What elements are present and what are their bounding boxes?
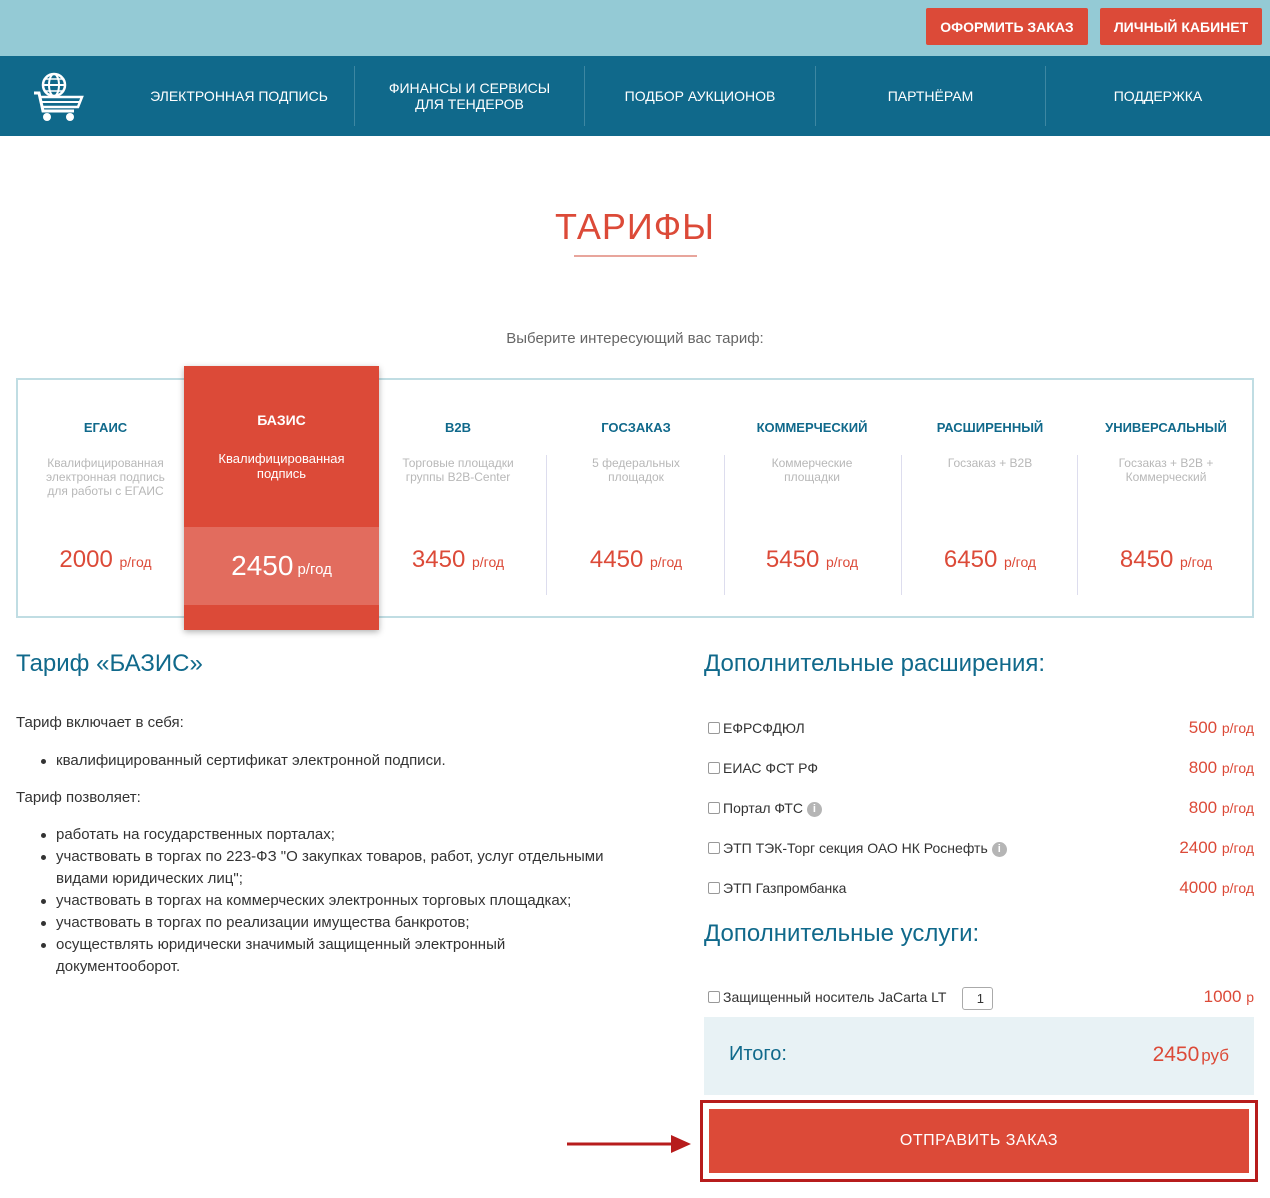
top-bar: ОФОРМИТЬ ЗАКАЗ ЛИЧНЫЙ КАБИНЕТ [0,0,1270,56]
extension-row: ЕФРСФДЮЛ 500 р/год [708,718,1254,742]
list-item: квалифицированный сертификат электронной… [40,750,446,772]
total-value: 2450 руб [1152,1043,1229,1066]
tariff-price: 6450 р/год [943,546,1037,573]
tariff-card-extended[interactable]: РАСШИРЕННЫЙ Госзаказ + B2B 6450 р/год [910,378,1070,618]
nav-item-finance-services[interactable]: ФИНАНСЫ И СЕРВИСЫ ДЛЯ ТЕНДЕРОВ [354,66,584,126]
extension-checkbox[interactable] [708,802,720,814]
extension-checkbox[interactable] [708,842,720,854]
extension-label: Портал ФТС [723,800,803,816]
extension-row: ЕИАС ФСТ РФ 800 р/год [708,758,1254,782]
logo-globe-cart-icon[interactable] [34,71,84,123]
tariff-card-goszakaz[interactable]: ГОСЗАКАЗ 5 федеральных площадок 4450 р/г… [556,378,716,618]
extension-checkbox[interactable] [708,882,720,894]
extension-price: 800 р/год [1188,758,1254,777]
tariff-divider [546,455,547,595]
tariff-desc: 5 федеральных площадок [592,456,680,484]
tariff-name: БАЗИС [257,412,306,428]
tariff-divider [724,455,725,595]
total-panel: Итого: 2450 руб [704,1017,1254,1095]
tariff-name: ГОСЗАКАЗ [601,420,671,435]
extension-label: ЭТП Газпромбанка [723,880,847,896]
tariff-name: РАСШИРЕННЫЙ [936,420,1044,435]
extension-price: 4000 р/год [1179,878,1254,897]
service-checkbox[interactable] [708,991,720,1003]
extension-label: ЕИАС ФСТ РФ [723,760,818,776]
tariff-name: УНИВЕРСАЛЬНЫЙ [1105,420,1227,435]
allows-list: работать на государственных порталах; уч… [40,824,640,978]
extension-label: ЕФРСФДЮЛ [723,720,805,736]
extension-row: Портал ФТС i 800 р/год [708,798,1254,822]
extension-checkbox[interactable] [708,722,720,734]
page-title: ТАРИФЫ [555,206,715,247]
tariff-price: 3450 р/год [411,546,505,573]
tariff-card-universal[interactable]: УНИВЕРСАЛЬНЫЙ Госзаказ + B2B + Коммерчес… [1086,378,1246,618]
quantity-input[interactable]: 1 [962,987,993,1010]
tariff-desc: Квалифицированная подпись [218,451,345,481]
tariff-desc: Госзаказ + B2B + Коммерческий [1118,456,1214,484]
includes-label: Тариф включает в себя: [16,714,184,731]
tariff-desc: Торговые площадки группы B2B-Center [402,456,514,484]
submit-order-button[interactable]: ОТПРАВИТЬ ЗАКАЗ [709,1109,1249,1173]
list-item: участвовать в торгах на коммерческих эле… [40,890,640,912]
tariff-price: 8450 р/год [1119,546,1213,573]
allows-label: Тариф позволяет: [16,789,141,806]
services-title: Дополнительные услуги: [704,920,980,947]
tariff-desc: Госзаказ + B2B [947,456,1033,470]
tariff-desc: Коммерческие площадки [771,456,853,484]
tariff-card-egais[interactable]: ЕГАИС Квалифицированная электронная подп… [28,378,183,618]
tariff-card-b2b[interactable]: B2B Торговые площадки группы B2B-Center … [390,378,526,618]
extension-price: 800 р/год [1188,798,1254,817]
info-icon[interactable]: i [806,802,822,817]
pointer-arrow-icon [567,1135,691,1153]
tariff-name: КОММЕРЧЕСКИЙ [756,420,868,435]
extension-price: 2400 р/год [1179,838,1254,857]
tariff-price: 2000 р/год [59,546,152,573]
service-row: Защищенный носитель JaCarta LT 1 1000 р [708,987,1254,1011]
tariff-price: 2450 р/год [184,527,379,605]
title-underline [574,255,697,257]
tariff-divider [1077,455,1078,595]
tariff-card-bazis-selected[interactable]: БАЗИС Квалифицированная подпись 2450 р/го… [184,366,379,630]
extension-row: ЭТП ТЭК-Торг секция ОАО НК Роснефть i 240… [708,838,1254,862]
list-item: участвовать в торгах по реализации имуще… [40,912,640,934]
nav-item-auctions[interactable]: ПОДБОР АУКЦИОНОВ [584,66,815,126]
submit-highlight: ОТПРАВИТЬ ЗАКАЗ [700,1100,1258,1182]
list-item: осуществлять юридически значимый защищен… [40,934,540,978]
includes-list: квалифицированный сертификат электронной… [40,750,446,772]
nav-item-partners[interactable]: ПАРТНЁРАМ [815,66,1045,126]
extension-label-wrap: Портал ФТС i [723,800,822,817]
info-icon[interactable]: i [991,842,1007,857]
extension-label-wrap: ЭТП ТЭК-Торг секция ОАО НК Роснефть i [723,840,1007,857]
tariff-card-commercial[interactable]: КОММЕРЧЕСКИЙ Коммерческие площадки 5450 … [732,378,892,618]
tariff-price: 5450 р/год [765,546,859,573]
cabinet-button[interactable]: ЛИЧНЫЙ КАБИНЕТ [1100,8,1262,45]
extension-checkbox[interactable] [708,762,720,774]
tariff-desc: Квалифицированная электронная подпись дл… [46,456,165,498]
tariff-details-title: Тариф «БАЗИС» [16,650,203,677]
total-label: Итого: [729,1043,787,1065]
list-item: участвовать в торгах по 223-ФЗ "О закупк… [40,846,640,890]
tariff-name: B2B [444,420,471,435]
extension-label: ЭТП ТЭК-Торг секция ОАО НК Роснефть [723,840,988,856]
page-subtitle: Выберите интересующий вас тариф: [506,330,764,347]
nav-item-support[interactable]: ПОДДЕРЖКА [1045,66,1270,126]
extension-row: ЭТП Газпромбанка 4000 р/год [708,878,1254,902]
tariff-price: 4450 р/год [589,546,683,573]
order-button[interactable]: ОФОРМИТЬ ЗАКАЗ [926,8,1088,45]
service-price: 1000 р [1203,987,1254,1006]
tariff-divider [901,455,902,595]
nav-item-e-signature[interactable]: ЭЛЕКТРОННАЯ ПОДПИСЬ [124,66,354,126]
extensions-title: Дополнительные расширения: [704,650,1046,677]
service-label: Защищенный носитель JaCarta LT [723,989,947,1005]
extension-price: 500 р/год [1188,718,1254,737]
list-item: работать на государственных порталах; [40,824,640,846]
tariff-name: ЕГАИС [83,420,128,435]
main-nav: ЭЛЕКТРОННАЯ ПОДПИСЬ ФИНАНСЫ И СЕРВИСЫ ДЛ… [0,56,1270,136]
